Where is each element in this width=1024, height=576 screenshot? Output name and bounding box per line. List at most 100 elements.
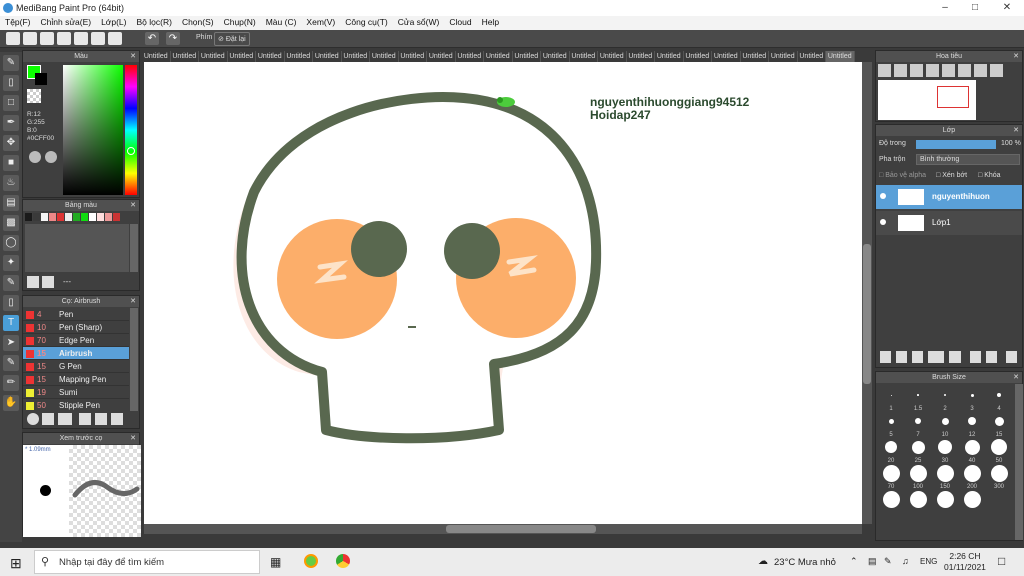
panel-close-icon[interactable]: ✕ [1013, 372, 1019, 383]
document-tab[interactable]: Untitled [342, 51, 370, 62]
palette-swatch[interactable] [89, 213, 96, 221]
notification-icon[interactable]: □ [998, 554, 1005, 568]
document-tab[interactable]: Untitled [598, 51, 627, 62]
document-tab[interactable]: Untitled [142, 51, 171, 62]
blend-mode-select[interactable]: Bình thường [916, 154, 1020, 165]
layer-folder-icon[interactable] [949, 351, 961, 363]
select-tool-icon[interactable]: ▩ [3, 215, 19, 231]
document-tab[interactable]: Untitled [826, 51, 855, 62]
new-layer-icon[interactable] [880, 351, 891, 363]
palette-swatch[interactable] [65, 213, 72, 221]
brush-size-cell[interactable]: 4 [986, 386, 1012, 412]
palette-scrollbar[interactable] [130, 224, 138, 272]
document-tab[interactable]: Untitled [427, 51, 456, 62]
brush-size-cell[interactable]: 5 [878, 412, 904, 438]
palette-swatch[interactable] [33, 213, 40, 221]
canvas-horizontal-scrollbar[interactable] [144, 524, 862, 534]
document-tab[interactable]: Untitled [399, 51, 427, 62]
select-eraser-icon[interactable]: ▯ [3, 295, 19, 311]
task-view-icon[interactable]: ▦ [270, 555, 281, 569]
brush-scrollbar[interactable] [130, 308, 138, 411]
brush-item[interactable]: 10 Pen (Sharp) [23, 321, 129, 334]
chevron-up-icon[interactable]: ⌃ [850, 556, 858, 567]
fill-rect-tool-icon[interactable]: ■ [3, 155, 19, 171]
new-palette-icon[interactable] [27, 276, 39, 288]
grid-icon[interactable] [91, 32, 105, 45]
menu-item-3[interactable]: Bộ lọc(R) [132, 16, 177, 28]
menu-item-4[interactable]: Chọn(S) [177, 16, 219, 28]
palette-swatch[interactable] [25, 213, 32, 221]
gradient-tool-icon[interactable]: ▤ [3, 195, 19, 211]
app-taskbar-icon[interactable] [304, 554, 318, 568]
clipping-checkbox[interactable]: □ Xén bớt [936, 172, 967, 179]
palette-more[interactable]: --- [63, 277, 71, 286]
merge-layer-icon[interactable] [986, 351, 997, 363]
drawing-canvas[interactable]: nguyenthihuonggiang94512 Hoidap247 [144, 62, 862, 524]
duplicate-layer-icon[interactable] [970, 351, 981, 363]
upload-icon[interactable] [23, 32, 37, 45]
close-icon[interactable]: ✕ [992, 0, 1022, 16]
redo-icon[interactable]: ↷ [166, 32, 180, 45]
document-tab[interactable]: Untitled [484, 51, 513, 62]
brush-size-cell[interactable]: 30 [932, 438, 958, 464]
divide-tool-icon[interactable]: ✎ [3, 355, 19, 371]
page-icon[interactable] [74, 32, 88, 45]
eyedropper-icon[interactable]: ✏ [3, 375, 19, 391]
brush-size-cell[interactable]: 40 [959, 438, 985, 464]
palette-swatch[interactable] [81, 213, 88, 221]
new-8bit-layer-icon[interactable] [912, 351, 923, 363]
volume-icon[interactable]: ♫ [902, 556, 909, 566]
eraser-tool-icon[interactable]: ▯ [3, 75, 19, 91]
horizontal-scroll-thumb[interactable] [446, 525, 596, 533]
menu-item-0[interactable]: Tệp(F) [0, 16, 36, 28]
menu-item-2[interactable]: Lớp(L) [96, 16, 131, 28]
brush-size-cell[interactable]: 1.5 [905, 386, 931, 412]
brush-size-cell[interactable]: 1 [878, 386, 904, 412]
document-tab[interactable]: Untitled [684, 51, 712, 62]
lasso-tool-icon[interactable]: ◯ [3, 235, 19, 251]
brush-size-cell[interactable]: 10 [932, 412, 958, 438]
brush-size-cell[interactable] [959, 490, 985, 516]
secondary-color-swatch[interactable] [35, 73, 47, 85]
add-brush-dropdown-icon[interactable] [58, 413, 72, 425]
zoom-in-icon[interactable] [878, 64, 891, 77]
new-halftone-layer-icon[interactable] [896, 351, 907, 363]
vertical-scroll-thumb[interactable] [863, 244, 871, 384]
menu-item-5[interactable]: Chụp(N) [219, 16, 261, 28]
document-tab[interactable]: Untitled [313, 51, 342, 62]
brush-size-scrollbar[interactable] [1015, 384, 1023, 540]
operation-tool-icon[interactable]: ➤ [3, 335, 19, 351]
layer-row-text[interactable]: nguyenthihuon [876, 185, 1022, 209]
zoom-out-icon[interactable] [894, 64, 907, 77]
move-tool-icon[interactable]: ✥ [3, 135, 19, 151]
fit-icon[interactable] [910, 64, 923, 77]
document-tab[interactable]: Untitled [513, 51, 541, 62]
menu-item-9[interactable]: Cửa sổ(W) [393, 16, 445, 28]
brush-size-cell[interactable]: 100 [905, 464, 931, 490]
pen-tool-icon[interactable]: ✒ [3, 115, 19, 131]
brush-item[interactable]: 15 Mapping Pen [23, 373, 129, 386]
document-tab[interactable]: Untitled [171, 51, 199, 62]
language-indicator[interactable]: ENG [920, 557, 937, 566]
taskbar-search[interactable]: ⚲ Nhập tại đây để tìm kiếm [34, 550, 260, 574]
layer-row-lop1[interactable]: Lớp1 [876, 211, 1022, 235]
brush-item[interactable]: 15 Airbrush [23, 347, 129, 360]
menu-item-11[interactable]: Help [477, 16, 504, 28]
document-tab[interactable]: Untitled [199, 51, 228, 62]
menu-item-8[interactable]: Công cụ(T) [340, 16, 393, 28]
comment-icon[interactable] [57, 32, 71, 45]
visibility-icon[interactable] [880, 193, 886, 199]
brush-size-cell[interactable] [905, 490, 931, 516]
cloud-icon[interactable] [6, 32, 20, 45]
network-icon[interactable]: ▤ [868, 556, 877, 567]
magic-wand-icon[interactable]: ✦ [3, 255, 19, 271]
bucket-tool-icon[interactable]: ♨ [3, 175, 19, 191]
document-tab[interactable]: Untitled [370, 51, 399, 62]
undo-icon[interactable]: ↶ [145, 32, 159, 45]
delete-layer-icon[interactable] [1006, 351, 1017, 363]
hue-slider[interactable] [125, 65, 137, 195]
menu-item-10[interactable]: Cloud [444, 16, 476, 28]
visibility-icon[interactable] [880, 219, 886, 225]
document-tab[interactable]: Untitled [655, 51, 684, 62]
palette-swatch[interactable] [41, 213, 48, 221]
